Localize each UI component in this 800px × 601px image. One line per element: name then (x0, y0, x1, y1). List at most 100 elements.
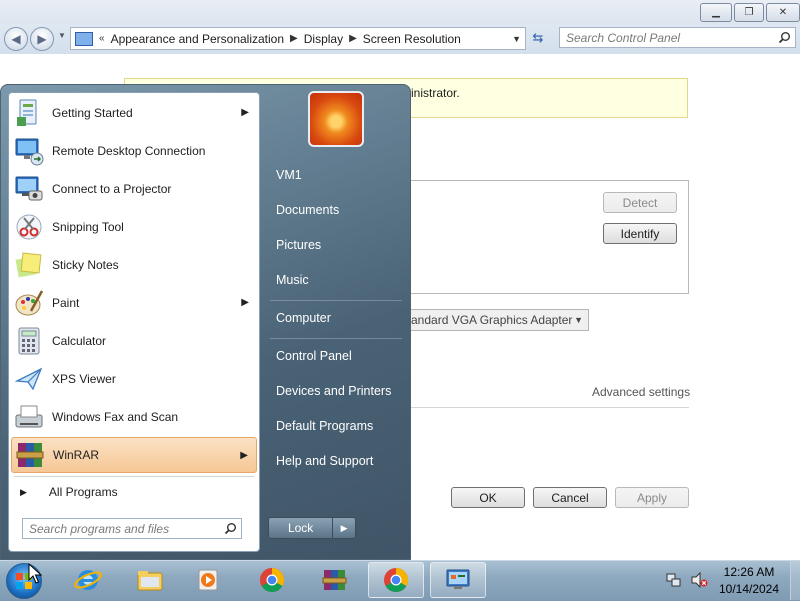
breadcrumb-display[interactable]: Display (304, 32, 343, 46)
recent-pages-chevron-icon[interactable]: ▼ (58, 31, 66, 40)
program-item-sticky-notes[interactable]: Sticky Notes (11, 247, 257, 283)
program-item-fax-scan[interactable]: Windows Fax and Scan (11, 399, 257, 435)
taskbar-internet-explorer[interactable] (60, 562, 116, 598)
fax-scan-icon (15, 405, 43, 428)
projector-icon (15, 176, 43, 201)
file-explorer-icon (137, 571, 163, 591)
forward-arrow-icon: ▶ (37, 32, 47, 46)
taskbar-chrome[interactable] (244, 562, 300, 598)
start-right-item-user[interactable]: VM1 (276, 168, 302, 182)
cancel-button[interactable]: Cancel (533, 487, 607, 508)
program-item-calculator[interactable]: Calculator (11, 323, 257, 359)
adapter-value: andard VGA Graphics Adapter (411, 313, 573, 327)
all-programs-button[interactable]: ▶ All Programs (18, 483, 248, 501)
volume-muted-icon[interactable] (690, 572, 708, 588)
expand-arrow-icon: ▶ (20, 486, 27, 497)
power-options-arrow-icon[interactable]: ▶ (333, 523, 355, 534)
refresh-icon: ⇆ (532, 29, 544, 45)
taskbar-control-panel-active[interactable] (430, 562, 486, 598)
getting-started-icon (17, 99, 37, 126)
search-icon[interactable] (778, 31, 791, 44)
clock-date[interactable]: 10/14/2024 (714, 582, 784, 596)
breadcrumb-separator-icon[interactable]: ▶ (349, 33, 357, 44)
display-adapter-select[interactable]: andard VGA Graphics Adapter ▼ (400, 309, 589, 331)
internet-explorer-icon (74, 570, 102, 590)
detect-button[interactable]: Detect (603, 192, 677, 213)
control-panel-icon (446, 569, 470, 589)
program-item-projector[interactable]: Connect to a Projector (11, 171, 257, 207)
start-right-item-music[interactable]: Music (276, 273, 309, 287)
address-overflow-chevron[interactable]: « (99, 33, 105, 44)
show-desktop-button[interactable] (790, 561, 800, 600)
start-right-item-computer[interactable]: Computer (276, 311, 331, 325)
program-label: Windows Fax and Scan (52, 410, 179, 424)
taskbar-media-player[interactable] (180, 562, 236, 598)
program-label: XPS Viewer (52, 372, 116, 386)
back-arrow-icon: ◀ (11, 32, 21, 46)
program-label: Calculator (52, 334, 107, 348)
all-programs-label: All Programs (48, 485, 118, 499)
start-right-item-default-programs[interactable]: Default Programs (276, 419, 373, 433)
refresh-button[interactable]: ⇆ (527, 27, 549, 48)
program-label: Connect to a Projector (52, 182, 172, 196)
start-right-divider (270, 300, 402, 301)
submenu-arrow-icon[interactable]: ▶ (241, 297, 249, 308)
taskbar-chrome-active[interactable] (368, 562, 424, 598)
search-control-panel-input[interactable]: Search Control Panel (559, 27, 796, 48)
program-item-winrar[interactable]: WinRAR ▶ (11, 437, 257, 473)
start-right-item-pictures[interactable]: Pictures (276, 238, 321, 252)
address-bar[interactable]: « Appearance and Personalization ▶ Displ… (70, 27, 526, 50)
paint-icon (15, 290, 44, 316)
advanced-settings-link[interactable]: Advanced settings (592, 385, 690, 399)
start-right-item-control-panel[interactable]: Control Panel (276, 349, 352, 363)
program-label: Snipping Tool (52, 220, 124, 234)
taskbar-winrar[interactable] (306, 562, 362, 598)
sticky-notes-icon (15, 252, 42, 278)
program-item-snipping-tool[interactable]: Snipping Tool (11, 209, 257, 245)
network-icon[interactable] (666, 572, 682, 588)
breadcrumb-appearance[interactable]: Appearance and Personalization (111, 32, 284, 46)
start-right-item-documents[interactable]: Documents (276, 203, 339, 217)
program-label: Paint (52, 296, 80, 310)
submenu-arrow-icon[interactable]: ▶ (240, 450, 248, 461)
search-icon[interactable] (224, 522, 237, 535)
search-placeholder: Search Control Panel (566, 30, 681, 45)
media-player-icon (198, 569, 218, 591)
forward-button[interactable]: ▶ (30, 27, 54, 51)
admin-notice-text: inistrator. (411, 86, 460, 100)
maximize-button[interactable]: ❐ (734, 3, 764, 22)
breadcrumb-separator-icon[interactable]: ▶ (290, 33, 298, 44)
taskbar-file-explorer[interactable] (122, 562, 178, 598)
identify-button[interactable]: Identify (603, 223, 677, 244)
chrome-icon (259, 568, 285, 593)
breadcrumb-screen-resolution[interactable]: Screen Resolution (363, 32, 461, 46)
remote-desktop-icon (15, 138, 44, 166)
start-right-divider (270, 338, 402, 339)
program-item-xps-viewer[interactable]: XPS Viewer (11, 361, 257, 397)
program-label: Getting Started (52, 106, 133, 120)
clock-time[interactable]: 12:26 AM (714, 565, 784, 579)
mouse-cursor-icon (28, 563, 42, 584)
all-programs-divider (14, 476, 254, 477)
program-item-paint[interactable]: Paint ▶ (11, 285, 257, 321)
program-item-remote-desktop[interactable]: Remote Desktop Connection (11, 133, 257, 169)
content-divider (410, 407, 689, 408)
lock-button[interactable]: Lock ▶ (268, 517, 356, 539)
program-label: Remote Desktop Connection (52, 144, 206, 158)
winrar-icon (16, 443, 44, 467)
start-search-input[interactable]: Search programs and files (22, 518, 242, 539)
start-right-item-help-support[interactable]: Help and Support (276, 454, 373, 468)
apply-button[interactable]: Apply (615, 487, 689, 508)
calculator-icon (18, 327, 40, 355)
back-button[interactable]: ◀ (4, 27, 28, 51)
submenu-arrow-icon[interactable]: ▶ (241, 107, 249, 118)
close-button[interactable]: ✕ (766, 3, 800, 22)
address-dropdown-icon[interactable]: ▼ (512, 34, 521, 44)
program-item-getting-started[interactable]: Getting Started ▶ (11, 95, 257, 131)
user-avatar[interactable] (308, 91, 364, 147)
start-right-item-devices-printers[interactable]: Devices and Printers (276, 384, 391, 398)
minimize-button[interactable]: ▁ (700, 3, 732, 22)
ok-button[interactable]: OK (451, 487, 525, 508)
lock-label: Lock (287, 521, 314, 535)
start-search-placeholder: Search programs and files (29, 521, 170, 536)
